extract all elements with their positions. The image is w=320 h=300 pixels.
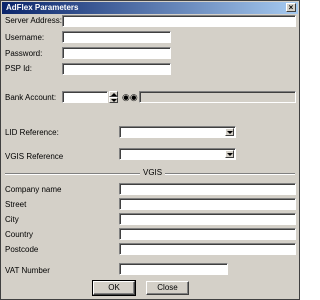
vat-number-label: VAT Number: [5, 266, 50, 275]
country-input[interactable]: [119, 228, 296, 240]
bank-account-input[interactable]: [62, 91, 108, 103]
bank-account-name-display: [139, 91, 296, 103]
server-address-label: Server Address:: [5, 16, 62, 25]
bank-account-label: Bank Account:: [5, 93, 57, 102]
company-name-label: Company name: [5, 185, 62, 194]
window-title: AdFlex Parameters: [6, 3, 79, 12]
city-input[interactable]: [119, 213, 296, 225]
postcode-label: Postcode: [5, 245, 39, 254]
close-window-button[interactable]: ×: [286, 3, 296, 12]
street-input[interactable]: [119, 198, 296, 210]
vgis-group-title: VGIS: [140, 168, 166, 178]
spin-down-icon[interactable]: [109, 97, 118, 103]
close-button[interactable]: Close: [146, 281, 189, 295]
company-name-input[interactable]: [119, 183, 296, 195]
psp-id-label: PSP Id:: [5, 64, 32, 73]
server-address-input[interactable]: [62, 15, 296, 27]
lid-reference-label: LID Reference:: [5, 128, 59, 137]
username-input[interactable]: [62, 31, 171, 43]
psp-id-input[interactable]: [62, 63, 171, 75]
vgis-reference-select[interactable]: [119, 148, 236, 160]
city-label: City: [5, 215, 19, 224]
password-label: Password:: [5, 49, 43, 58]
vat-number-input[interactable]: [119, 263, 228, 275]
password-input[interactable]: [62, 47, 171, 59]
username-label: Username:: [5, 33, 45, 42]
bank-account-spinner[interactable]: [109, 91, 118, 103]
postcode-input[interactable]: [119, 243, 296, 255]
chevron-down-icon[interactable]: [225, 128, 234, 136]
title-bar: AdFlex Parameters ×: [2, 2, 298, 14]
binoculars-icon[interactable]: ◉◉: [122, 92, 138, 102]
ok-button[interactable]: OK: [92, 280, 136, 296]
country-label: Country: [5, 230, 34, 239]
adflex-parameters-dialog: AdFlex Parameters × Server Address: User…: [0, 0, 300, 300]
chevron-down-icon[interactable]: [225, 150, 234, 158]
vgis-reference-label: VGIS Reference: [5, 152, 64, 161]
street-label: Street: [5, 200, 27, 209]
lid-reference-select[interactable]: [119, 126, 236, 138]
